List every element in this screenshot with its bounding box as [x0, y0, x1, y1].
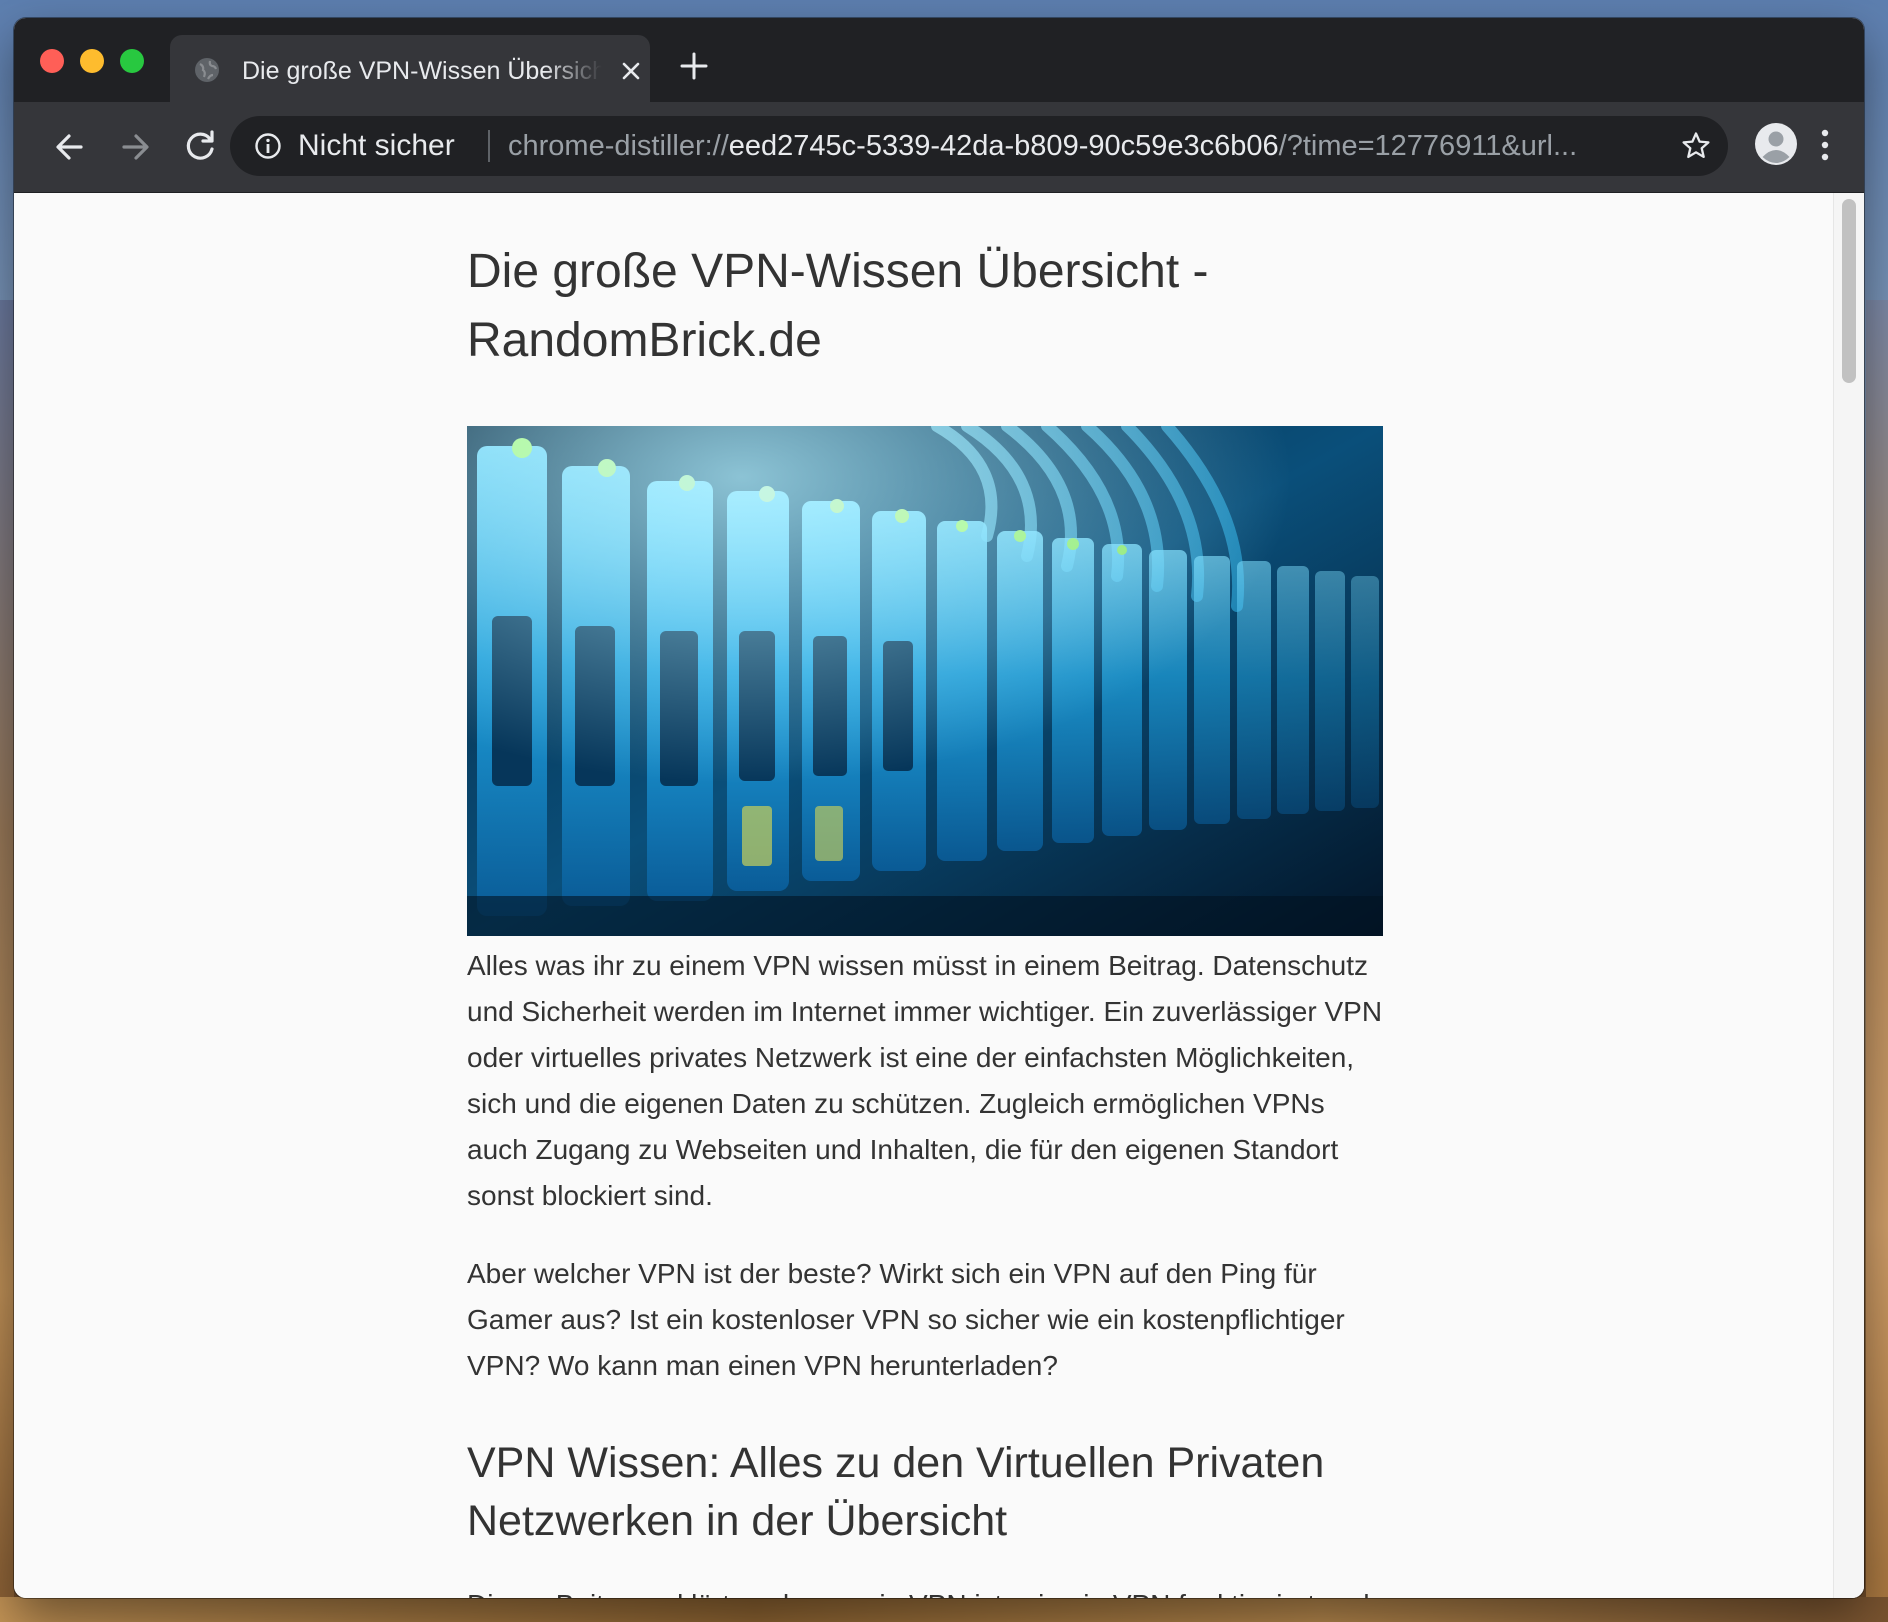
url-scheme: chrome-distiller://: [508, 130, 729, 162]
tab-close-icon[interactable]: [616, 56, 646, 86]
toolbar: Nicht sicher chrome-distiller://eed2745c…: [14, 102, 1864, 193]
tab-active[interactable]: Die große VPN-Wissen Übersicht - RandomB…: [170, 35, 650, 102]
security-status[interactable]: Nicht sicher: [298, 129, 455, 163]
vertical-scrollbar[interactable]: [1833, 193, 1864, 1598]
article-paragraph: Dieser Beitrag erklärt euch was ein VPN …: [467, 1582, 1387, 1598]
globe-icon: [195, 58, 219, 82]
address-bar[interactable]: Nicht sicher chrome-distiller://eed2745c…: [230, 116, 1728, 176]
window-maximize-button[interactable]: [120, 49, 144, 73]
window-close-button[interactable]: [40, 49, 64, 73]
new-tab-icon[interactable]: [678, 50, 710, 82]
section-heading: VPN Wissen: Alles zu den Virtuellen Priv…: [467, 1439, 1325, 1545]
article-paragraph: Aber welcher VPN ist der beste? Wirkt si…: [467, 1258, 1345, 1381]
three-dots-icon[interactable]: [1810, 122, 1840, 168]
article-paragraph: Alles was ihr zu einem VPN wissen müsst …: [467, 950, 1383, 1211]
back-arrow-icon[interactable]: [47, 124, 93, 170]
server-rack-image: [467, 426, 1383, 936]
url-host: eed2745c-5339-42da-b809-90c59e3c6b06: [728, 130, 1279, 162]
desktop-wallpaper-bottom: [0, 1597, 1888, 1622]
reload-icon[interactable]: [177, 124, 223, 170]
tab-strip: Die große VPN-Wissen Übersicht - RandomB…: [14, 18, 1864, 102]
url-text[interactable]: chrome-distiller://eed2745c-5339-42da-b8…: [508, 129, 1678, 163]
window-minimize-button[interactable]: [80, 49, 104, 73]
url-path: /?time=12776911&url...: [1278, 130, 1578, 162]
desktop-wallpaper-left: [0, 300, 14, 1622]
scrollbar-thumb[interactable]: [1842, 199, 1856, 383]
article-title: Die große VPN-Wissen Übersicht - RandomB…: [467, 245, 1209, 367]
browser-window: Die große VPN-Wissen Übersicht - RandomB…: [14, 18, 1864, 1598]
forward-arrow-icon[interactable]: [112, 124, 158, 170]
page-viewport: Die große VPN-Wissen Übersicht - RandomB…: [14, 193, 1864, 1598]
avatar-icon[interactable]: [1754, 122, 1798, 166]
omnibox-divider: [488, 130, 490, 162]
star-icon[interactable]: [1680, 130, 1712, 162]
desktop-wallpaper-right: [1866, 300, 1888, 1622]
tab-title: Die große VPN-Wissen Übersicht - RandomB…: [242, 57, 602, 85]
info-icon[interactable]: [254, 132, 282, 160]
